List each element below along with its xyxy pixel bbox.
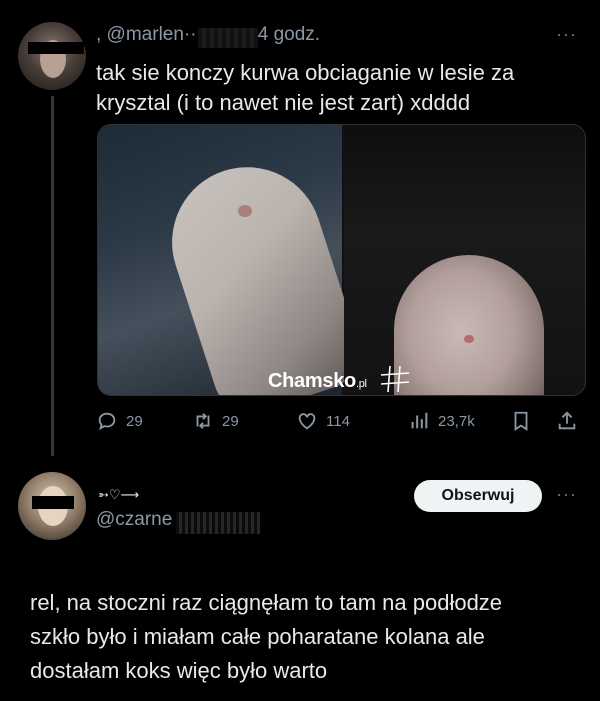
- more-options-icon[interactable]: ···: [556, 484, 577, 505]
- tweet-actions: 29 29 114 23,7k: [96, 410, 586, 438]
- photo-arm[interactable]: [98, 125, 370, 395]
- handle-redaction: [176, 512, 260, 534]
- bookmark-icon: [514, 411, 528, 431]
- bruise-mark: [238, 205, 252, 217]
- arm-shape: [152, 147, 370, 395]
- knee-shape: [394, 255, 544, 395]
- like-button[interactable]: 114: [296, 410, 350, 432]
- tweet-text-line: krysztal (i to nawet nie jest zart) xddd…: [96, 90, 471, 115]
- tweet-text-line: szkło było i miałam całe poharatane kola…: [30, 624, 485, 649]
- tweet-text-line: tak sie konczy kurwa obciaganie w lesie …: [96, 60, 515, 85]
- heart-icon: [298, 413, 316, 430]
- censor-bar: [32, 496, 74, 509]
- watermark-brand: Chamsko: [268, 370, 356, 392]
- reply-count: 29: [126, 412, 143, 430]
- user-handle[interactable]: @czarne: [96, 509, 172, 531]
- avatar[interactable]: [18, 22, 86, 90]
- more-options-icon[interactable]: ···: [556, 24, 577, 45]
- like-count: 114: [326, 412, 350, 430]
- watermark-tld: .pl: [355, 378, 367, 390]
- thread-line: [51, 96, 54, 456]
- reply-icon: [98, 412, 116, 431]
- tweet-text-line: dostałam koks więc było warto: [30, 658, 328, 683]
- avatar[interactable]: [18, 472, 86, 540]
- hash-logo-icon: [380, 365, 410, 393]
- tweet-text: tak sie konczy kurwa obciaganie w lesie …: [96, 58, 576, 118]
- view-count: 23,7k: [438, 412, 475, 430]
- follow-button[interactable]: Obserwuj: [414, 480, 542, 512]
- retweet-button[interactable]: 29: [192, 410, 239, 432]
- display-name[interactable]: ➳♡⟶: [98, 487, 139, 503]
- watermark: Chamsko.pl: [268, 370, 367, 393]
- retweet-icon: [196, 413, 210, 429]
- bar-chart-icon: [411, 412, 428, 429]
- share-button[interactable]: [556, 410, 578, 432]
- photo-knee[interactable]: [344, 125, 585, 395]
- bruise-mark: [464, 335, 474, 343]
- media-grid[interactable]: [97, 124, 586, 396]
- bookmark-button[interactable]: [510, 410, 532, 432]
- views-button[interactable]: 23,7k: [408, 410, 475, 432]
- tweet-text-line: rel, na stoczni raz ciągnęłam to tam na …: [30, 590, 503, 615]
- reply-button[interactable]: 29: [96, 410, 143, 432]
- share-icon: [558, 411, 576, 430]
- tweet-text: rel, na stoczni raz ciągnęłam to tam na …: [30, 586, 590, 688]
- censor-bar: [28, 42, 84, 54]
- handle-redaction: [198, 28, 258, 48]
- retweet-count: 29: [222, 412, 239, 430]
